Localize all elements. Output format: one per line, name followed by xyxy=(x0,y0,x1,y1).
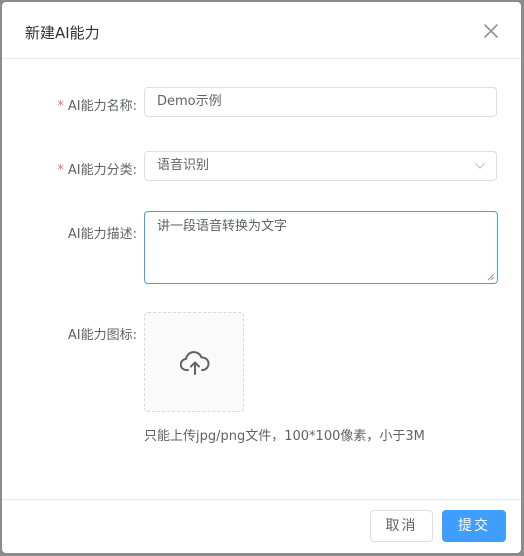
icon-uploader[interactable] xyxy=(144,312,244,412)
description-value: 讲一段语音转换为文字 xyxy=(157,219,288,234)
category-label: * AI能力分类: xyxy=(57,163,137,178)
dialog-title: 新建AI能力 xyxy=(25,24,100,42)
category-select[interactable]: 语音识别 xyxy=(144,151,497,181)
name-label: * AI能力名称: xyxy=(57,99,137,114)
cloud-upload-icon xyxy=(180,351,210,375)
description-textarea[interactable]: 讲一段语音转换为文字 xyxy=(144,211,498,284)
name-input[interactable]: Demo示例 xyxy=(144,87,497,117)
upload-hint: 只能上传jpg/png文件，100*100像素，小于3M xyxy=(144,429,425,444)
new-ai-capability-dialog: 新建AI能力 * AI能力名称: Demo示例 * AI能力分类: 语音识别 AI能… xyxy=(2,2,521,553)
description-label: AI能力描述: xyxy=(67,227,137,242)
category-select-value: 语音识别 xyxy=(157,158,210,173)
required-mark: * xyxy=(57,163,64,178)
submit-button[interactable]: 提交 xyxy=(442,510,506,542)
resize-handle-icon[interactable] xyxy=(487,273,495,281)
footer-divider xyxy=(2,499,521,500)
chevron-down-icon xyxy=(474,162,486,169)
name-input-value: Demo示例 xyxy=(157,94,222,109)
required-mark: * xyxy=(57,99,64,114)
cancel-button[interactable]: 取消 xyxy=(370,510,433,542)
icon-label: AI能力图标: xyxy=(67,328,137,343)
dialog-header: 新建AI能力 xyxy=(2,2,521,59)
close-icon[interactable] xyxy=(482,22,500,40)
